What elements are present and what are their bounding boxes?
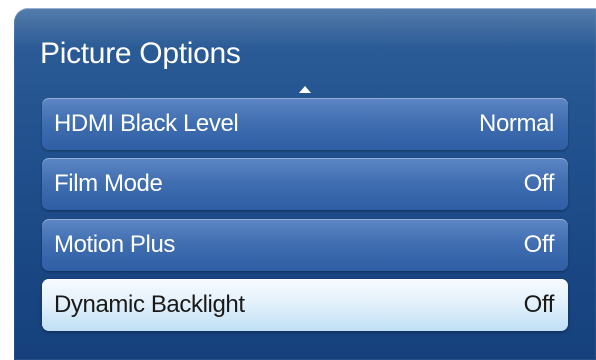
- menu-item-film-mode[interactable]: Film Mode Off: [42, 158, 568, 210]
- menu-item-value: Off: [523, 170, 555, 197]
- menu-item-label: HDMI Black Level: [54, 110, 239, 137]
- scroll-up-icon[interactable]: [299, 86, 311, 93]
- menu-title: Picture Options: [40, 37, 241, 70]
- menu-item-value: Normal: [479, 110, 554, 137]
- menu-item-motion-plus[interactable]: Motion Plus Off: [42, 219, 568, 271]
- menu-item-value: Off: [523, 291, 555, 318]
- menu-item-hdmi-black-level[interactable]: HDMI Black Level Normal: [42, 98, 568, 150]
- picture-options-menu: Picture Options HDMI Black Level Normal …: [14, 8, 596, 360]
- menu-item-label: Motion Plus: [54, 231, 175, 258]
- menu-item-value: Off: [523, 231, 555, 258]
- menu-item-dynamic-backlight[interactable]: Dynamic Backlight Off: [42, 279, 568, 331]
- menu-item-label: Dynamic Backlight: [54, 291, 245, 318]
- menu-item-label: Film Mode: [54, 170, 163, 197]
